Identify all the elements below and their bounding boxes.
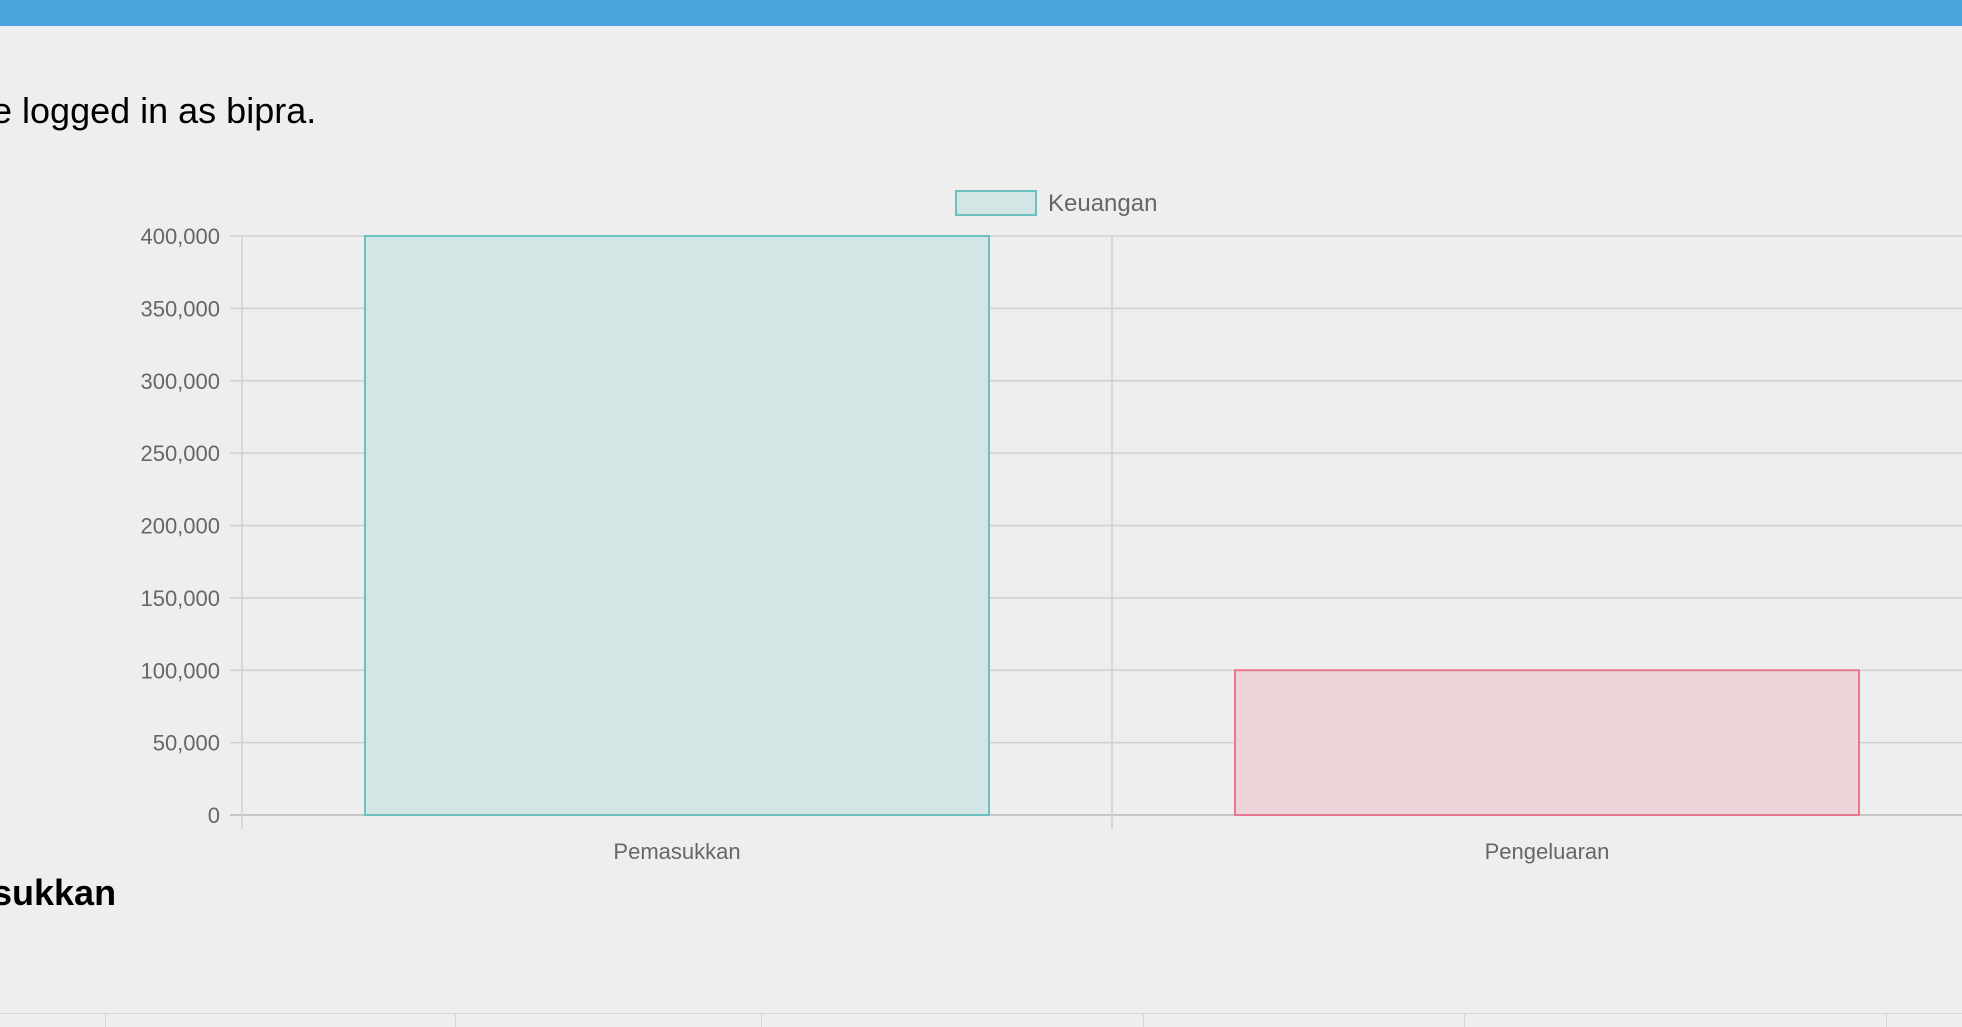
table-header-row [0,1013,1962,1027]
table-column-divider [1143,1014,1144,1027]
finance-chart: 0 50,000 100,000 150,000 200,000 250,000 300,0… [0,0,1962,880]
y-tick-label: 0 [208,803,220,828]
table-column-divider [1886,1014,1887,1027]
bar-pengeluaran [1234,669,1860,816]
table-column-divider [1464,1014,1465,1027]
x-tick-label: Pengeluaran [1485,839,1610,864]
y-tick-label: 400,000 [140,224,220,249]
y-tick-label: 100,000 [140,658,220,683]
legend-label: Keuangan [1048,190,1157,217]
x-tick-label: Pemasukkan [613,839,740,864]
y-tick-label: 50,000 [153,731,220,756]
y-tick-label: 300,000 [140,369,220,394]
y-tick-label: 350,000 [140,296,220,321]
finance-bar-chart-svg: 0 50,000 100,000 150,000 200,000 250,000 300,0… [140,190,1962,864]
y-tick-label: 250,000 [140,441,220,466]
legend-swatch [955,190,1037,216]
table-column-divider [105,1014,106,1027]
table-column-divider [455,1014,456,1027]
y-tick-label: 200,000 [140,514,220,539]
y-tick-label: 150,000 [140,586,220,611]
bar-pemasukkan [364,235,990,816]
table-column-divider [761,1014,762,1027]
section-heading: sukkan [0,872,117,913]
